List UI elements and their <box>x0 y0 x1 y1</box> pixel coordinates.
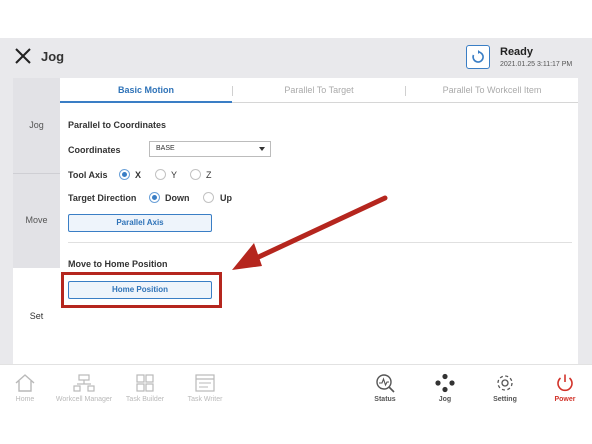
radio-axis-z[interactable] <box>190 169 201 180</box>
task-builder-icon <box>136 374 154 392</box>
side-rail: Jog Move Set <box>13 78 60 364</box>
coordinates-value: BASE <box>156 145 175 152</box>
chevron-down-icon <box>259 147 265 151</box>
nav-jog-label: Jog <box>438 396 452 403</box>
nav-power-label: Power <box>554 396 576 403</box>
rail-item-move[interactable]: Move <box>13 174 60 267</box>
page-title: Jog <box>41 49 65 64</box>
section-title-parallel: Parallel to Coordinates <box>68 120 167 130</box>
nav-setting[interactable]: Setting <box>484 365 526 421</box>
tool-axis-label: Tool Axis <box>68 170 108 180</box>
nav-task-builder[interactable]: Task Builder <box>120 365 170 421</box>
radio-direction-up[interactable] <box>203 192 214 203</box>
annotation-highlight-box <box>61 272 222 308</box>
nav-status-label: Status <box>374 396 396 403</box>
header-bar: Jog Ready 2021.01.25 3:11:17 PM <box>0 38 592 76</box>
nav-status[interactable]: Status <box>364 365 406 421</box>
nav-task-writer-label: Task Writer <box>187 396 223 403</box>
radio-axis-x[interactable] <box>119 169 130 180</box>
target-direction-label: Target Direction <box>68 193 137 203</box>
tab-basic-motion[interactable]: Basic Motion <box>60 78 232 103</box>
rail-item-jog[interactable]: Jog <box>13 78 60 173</box>
jog-app: Jog Ready 2021.01.25 3:11:17 PM Jog Move… <box>0 38 592 420</box>
coordinates-select[interactable]: BASE <box>149 141 271 157</box>
radio-axis-y-label: Y <box>171 170 178 180</box>
section-divider <box>68 242 572 243</box>
gear-icon <box>497 375 513 391</box>
nav-task-builder-label: Task Builder <box>125 396 165 403</box>
robot-status-icon[interactable] <box>466 45 490 69</box>
radio-direction-down[interactable] <box>149 192 160 203</box>
parallel-axis-button[interactable]: Parallel Axis <box>68 214 212 232</box>
status-datetime: 2021.01.25 3:11:17 PM <box>500 61 573 68</box>
coordinates-label: Coordinates <box>68 145 121 155</box>
jog-icon <box>435 373 455 393</box>
nav-workcell-manager[interactable]: Workcell Manager <box>52 365 116 421</box>
robot-status-text: Ready <box>500 46 534 58</box>
nav-power[interactable]: Power <box>544 365 586 421</box>
nav-home-label: Home <box>15 396 35 403</box>
status-icon <box>376 374 395 393</box>
workcell-icon <box>73 374 95 392</box>
rail-item-set[interactable]: Set <box>13 268 60 364</box>
close-icon[interactable] <box>14 47 32 65</box>
nav-task-writer[interactable]: Task Writer <box>180 365 230 421</box>
home-icon <box>15 374 35 392</box>
radio-direction-down-label: Down <box>165 193 190 203</box>
radio-axis-y[interactable] <box>155 169 166 180</box>
nav-jog[interactable]: Jog <box>424 365 466 421</box>
radio-direction-up-label: Up <box>220 193 232 203</box>
tab-bar: Basic Motion Parallel To Target Parallel… <box>60 78 578 103</box>
nav-workcell-manager-label: Workcell Manager <box>55 396 113 403</box>
nav-home[interactable]: Home <box>2 365 48 421</box>
radio-axis-z-label: Z <box>206 170 212 180</box>
section-title-home: Move to Home Position <box>68 259 168 269</box>
tab-parallel-to-workcell-item[interactable]: Parallel To Workcell Item <box>406 78 578 103</box>
bottom-nav: Home Workcell Manager Task Builder Task … <box>0 364 592 420</box>
power-icon <box>557 374 573 392</box>
task-writer-icon <box>195 374 215 392</box>
nav-setting-label: Setting <box>493 396 517 403</box>
screenshot-frame: Jog Ready 2021.01.25 3:11:17 PM Jog Move… <box>0 0 592 444</box>
tab-parallel-to-target[interactable]: Parallel To Target <box>233 78 405 103</box>
radio-axis-x-label: X <box>135 170 142 180</box>
